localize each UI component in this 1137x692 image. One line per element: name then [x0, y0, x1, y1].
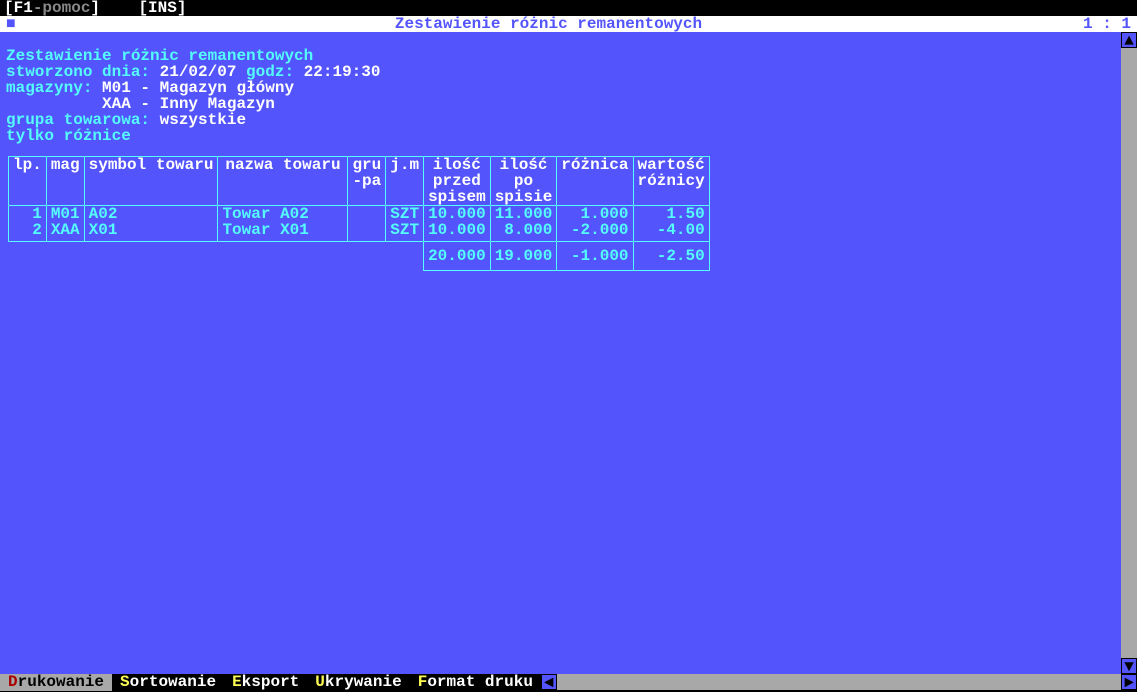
close-icon[interactable]: ■: [6, 16, 14, 32]
report-content: Zestawienie różnic remanentowych stworzo…: [0, 32, 1121, 674]
f1-key: F1: [14, 0, 33, 17]
table-row: 12 M01XAA A02X01 Towar A02Towar X01 SZTS…: [9, 206, 710, 242]
cursor-position: 1 : 1: [1083, 16, 1131, 32]
scroll-left-icon[interactable]: ◄: [541, 674, 557, 690]
menu-item-format druku[interactable]: Format druku: [410, 673, 541, 691]
f1-label: -pomoc: [33, 0, 91, 17]
menu-item-drukowanie[interactable]: Drukowanie: [0, 673, 112, 691]
menu-item-eksport[interactable]: Eksport: [224, 673, 307, 691]
created-time: 22:19:30: [304, 63, 381, 81]
col-nazwa: nazwa towaru: [218, 157, 348, 206]
only-diff-label: tylko różnice: [6, 127, 131, 145]
col-grupa: gru -pa: [348, 157, 386, 206]
col-jm: j.m: [386, 157, 424, 206]
col-wartosc: wartość różnicy: [633, 157, 709, 206]
col-roznica: różnica: [557, 157, 633, 206]
menu-item-sortowanie[interactable]: Sortowanie: [112, 673, 224, 691]
scroll-down-icon[interactable]: ▼: [1121, 658, 1137, 674]
ins-indicator: INS: [148, 0, 177, 17]
col-lp: lp.: [9, 157, 47, 206]
col-ilosc-przed: ilość przed spisem: [424, 157, 491, 206]
top-status-bar: [F1-pomoc] [INS]: [0, 0, 1137, 16]
differences-table: lp. mag symbol towaru nazwa towaru gru -…: [8, 156, 710, 271]
scroll-up-icon[interactable]: ▲: [1121, 32, 1137, 48]
scroll-right-icon[interactable]: ►: [1121, 674, 1137, 690]
col-symbol: symbol towaru: [84, 157, 218, 206]
col-mag: mag: [46, 157, 84, 206]
bottom-menu-bar: DrukowanieSortowanieEksportUkrywanieForm…: [0, 674, 1137, 690]
menu-item-ukrywanie[interactable]: Ukrywanie: [307, 673, 409, 691]
window-title: Zestawienie różnic remanentowych: [14, 16, 1083, 32]
table-totals-row: 20.000 19.000 -1.000 -2.50: [9, 242, 710, 271]
window-title-bar: ■ Zestawienie różnic remanentowych 1 : 1: [0, 16, 1137, 32]
col-ilosc-po: ilość po spisie: [490, 157, 557, 206]
vertical-scrollbar[interactable]: ▲ ▼: [1121, 32, 1137, 674]
horizontal-scrollbar[interactable]: ◄ ►: [541, 674, 1137, 690]
table-header-row: lp. mag symbol towaru nazwa towaru gru -…: [9, 157, 710, 206]
group-value: wszystkie: [160, 111, 246, 129]
